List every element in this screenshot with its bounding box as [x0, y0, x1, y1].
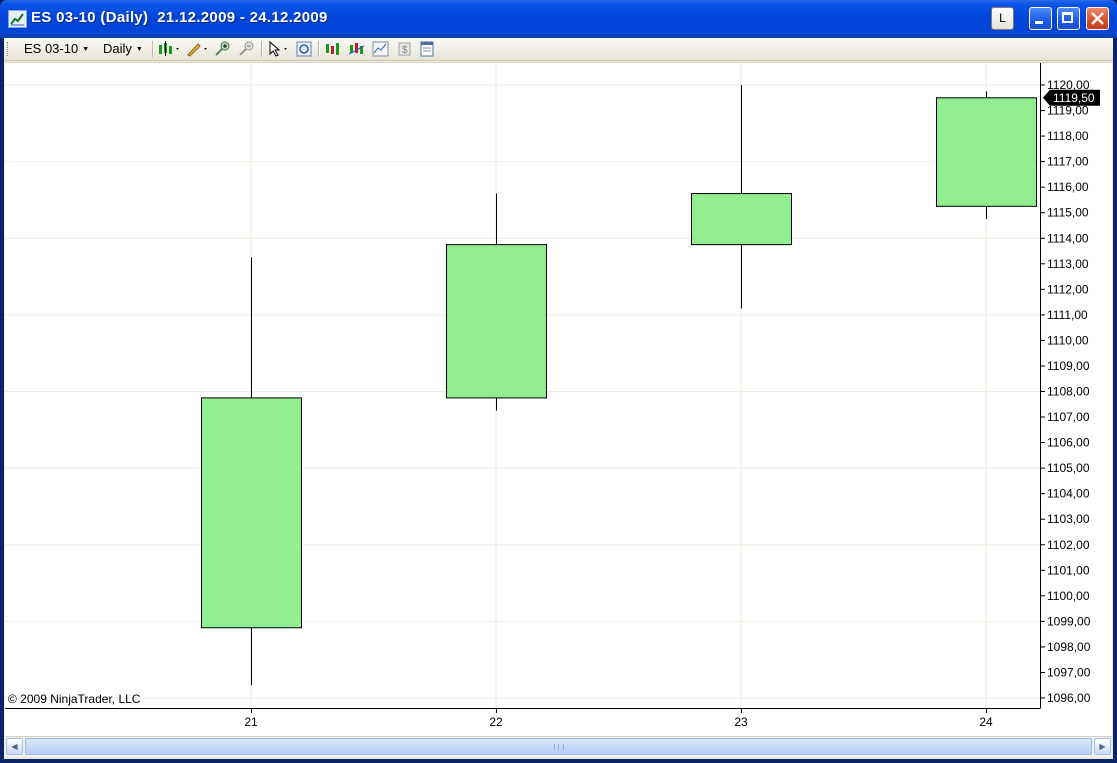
svg-text:$: $	[402, 45, 408, 56]
chart-toolbar: ES 03-10 ▼ Daily ▼ $	[4, 38, 1113, 61]
maximize-button[interactable]	[1057, 7, 1080, 30]
y-tick-label: 1118,00	[1047, 129, 1089, 143]
y-tick-label: 1115,00	[1047, 206, 1089, 220]
y-tick-label: 1107,00	[1047, 410, 1090, 424]
chevron-down-icon: ▼	[135, 46, 143, 53]
instrument-dropdown[interactable]: ES 03-10 ▼	[24, 41, 89, 58]
y-tick-label: 1114,00	[1047, 231, 1089, 245]
y-tick-label: 1103,00	[1047, 512, 1090, 526]
y-tick-label: 1106,00	[1047, 436, 1090, 450]
y-tick-label: 1113,00	[1047, 257, 1089, 271]
y-tick-label: 1110,00	[1047, 333, 1089, 347]
y-tick-label: 1108,00	[1047, 385, 1090, 399]
drawing-tool-icon[interactable]	[186, 41, 210, 57]
properties-icon[interactable]	[296, 41, 313, 57]
x-tick-label: 24	[979, 715, 993, 729]
chevron-down-icon: ▼	[82, 46, 90, 53]
toolbar-separator	[152, 41, 154, 57]
candle-body[interactable]	[446, 244, 547, 399]
link-button[interactable]: L	[991, 7, 1014, 30]
horizontal-scrollbar[interactable]: ◀ ▶	[5, 736, 1112, 757]
thumb-grip-icon	[554, 744, 564, 750]
y-tick-label: 1099,00	[1047, 614, 1091, 628]
x-tick-label: 21	[244, 715, 258, 729]
last-price-label: 1119,50	[1053, 91, 1095, 105]
y-tick-label: 1116,00	[1047, 180, 1089, 194]
scroll-right-button[interactable]: ▶	[1094, 738, 1111, 755]
candle-body[interactable]	[201, 397, 302, 629]
minimize-button[interactable]	[1029, 7, 1052, 30]
cursor-icon[interactable]	[267, 40, 291, 57]
y-tick-label: 1100,00	[1047, 589, 1090, 603]
toolbar-separator	[261, 41, 263, 57]
toolbar-grip[interactable]	[7, 42, 11, 56]
close-button[interactable]	[1086, 7, 1109, 30]
y-tick-label: 1101,00	[1047, 563, 1090, 577]
y-tick-label: 1105,00	[1047, 461, 1090, 475]
dollar-icon[interactable]: $	[396, 41, 413, 57]
close-icon	[1091, 12, 1104, 25]
candlestick-style-icon[interactable]	[158, 41, 182, 57]
period-label: Daily	[103, 41, 132, 56]
toolbar-separator	[318, 41, 320, 57]
y-tick-label: 1112,00	[1047, 282, 1089, 296]
scrollbar-thumb[interactable]	[25, 738, 1092, 755]
candle-body[interactable]	[691, 193, 792, 246]
instrument-icon[interactable]	[324, 41, 341, 57]
chart-panel[interactable]: 1096,00 1097,00 1098,00 1099,00 1100,00 1101,…	[5, 62, 1112, 737]
y-tick-label: 1097,00	[1047, 665, 1091, 679]
strategies-icon[interactable]	[372, 41, 389, 57]
window-frame: ES 03-10 ▼ Daily ▼ $ 1096,00 1097,00 109…	[4, 38, 1113, 759]
candle-body[interactable]	[936, 97, 1037, 207]
zoom-in-icon[interactable]	[214, 41, 231, 57]
y-tick-label: 1111,00	[1047, 308, 1088, 322]
y-tick-label: 1109,00	[1047, 359, 1090, 373]
y-tick-label: 1098,00	[1047, 640, 1091, 654]
x-tick-label: 23	[734, 715, 748, 729]
title-bar[interactable]: ES 03-10 (Daily) 21.12.2009 - 24.12.2009…	[0, 0, 1117, 38]
copyright-label: © 2009 NinjaTrader, LLC	[8, 692, 141, 706]
candlestick-chart[interactable]: 1096,00 1097,00 1098,00 1099,00 1100,00 1101,…	[5, 63, 1112, 737]
indicators-icon[interactable]	[348, 41, 365, 57]
chart-app-icon	[8, 10, 27, 28]
window-title: ES 03-10 (Daily) 21.12.2009 - 24.12.2009	[31, 9, 328, 26]
zoom-out-icon[interactable]	[238, 41, 255, 57]
y-tick-label: 1117,00	[1047, 155, 1089, 169]
chart-window: ES 03-10 (Daily) 21.12.2009 - 24.12.2009…	[0, 0, 1117, 763]
y-tick-label: 1096,00	[1047, 691, 1091, 705]
y-tick-label: 1104,00	[1047, 487, 1090, 501]
instrument-label: ES 03-10	[24, 41, 79, 56]
data-box-icon[interactable]	[419, 41, 436, 57]
y-tick-label: 1102,00	[1047, 538, 1090, 552]
period-dropdown[interactable]: Daily ▼	[103, 41, 143, 58]
x-tick-label: 22	[489, 715, 503, 729]
scroll-left-button[interactable]: ◀	[6, 738, 23, 755]
